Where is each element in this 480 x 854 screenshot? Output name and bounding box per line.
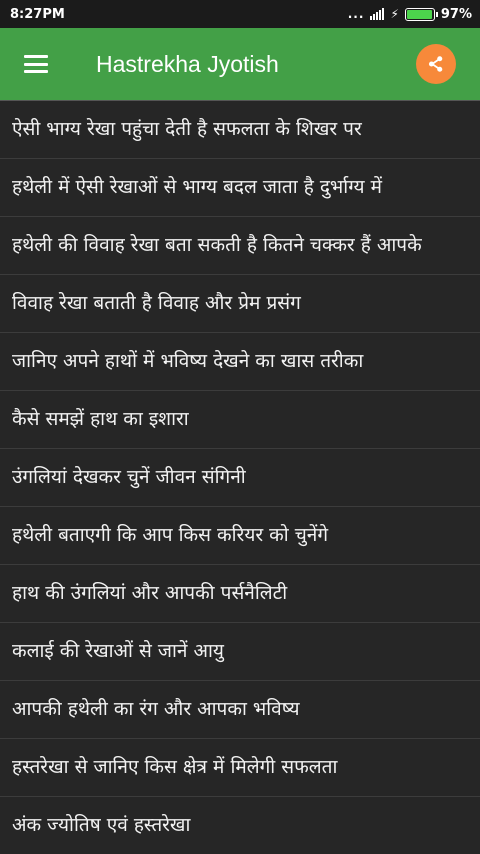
charging-icon: ⚡ — [390, 7, 399, 21]
battery-icon — [404, 7, 438, 21]
network-activity-icon: ... — [347, 7, 365, 21]
list-item[interactable]: हथेली बताएगी कि आप किस करियर को चुनेंगे — [0, 507, 480, 565]
list-item[interactable]: ऐसी भाग्य रेखा पहुंचा देती है सफलता के श… — [0, 100, 480, 159]
list-item[interactable]: हस्तरेखा से जानिए किस क्षेत्र में मिलेगी… — [0, 739, 480, 797]
list-item[interactable]: विवाह रेखा बताती है विवाह और प्रेम प्रसं… — [0, 275, 480, 333]
share-button[interactable] — [416, 44, 456, 84]
hamburger-menu-icon[interactable] — [0, 28, 72, 100]
battery-level-fill — [406, 9, 433, 19]
list-item[interactable]: कलाई की रेखाओं से जानें आयु — [0, 623, 480, 681]
list-item[interactable]: हथेली की विवाह रेखा बता सकती है कितने चक… — [0, 217, 480, 275]
list-item[interactable]: उंगलियां देखकर चुनें जीवन संगिनी — [0, 449, 480, 507]
share-icon — [428, 56, 443, 72]
signal-strength-icon — [370, 8, 385, 20]
app-title: Hastrekha Jyotish — [96, 50, 279, 77]
list-item[interactable]: कैसे समझें हाथ का इशारा — [0, 391, 480, 449]
app-bar: Hastrekha Jyotish — [0, 28, 480, 100]
battery-percent: 97% — [440, 6, 472, 22]
list-item[interactable]: आपकी हथेली का रंग और आपका भविष्य — [0, 681, 480, 739]
status-indicators: ... ⚡ 97% — [348, 7, 472, 22]
list-item[interactable]: जानिए अपने हाथों में भविष्य देखने का खास… — [0, 333, 480, 391]
list-item[interactable]: अंक ज्योतिष एवं हस्तरेखा — [0, 797, 480, 854]
status-time: 8:27PM — [10, 6, 65, 22]
list-item[interactable]: हाथ की उंगलियां और आपकी पर्सनैलिटी — [0, 565, 480, 623]
status-bar: 8:27PM ... ⚡ 97% — [0, 0, 480, 28]
article-list: ऐसी भाग्य रेखा पहुंचा देती है सफलता के श… — [0, 100, 480, 854]
list-item[interactable]: हथेली में ऐसी रेखाओं से भाग्य बदल जाता ह… — [0, 159, 480, 217]
